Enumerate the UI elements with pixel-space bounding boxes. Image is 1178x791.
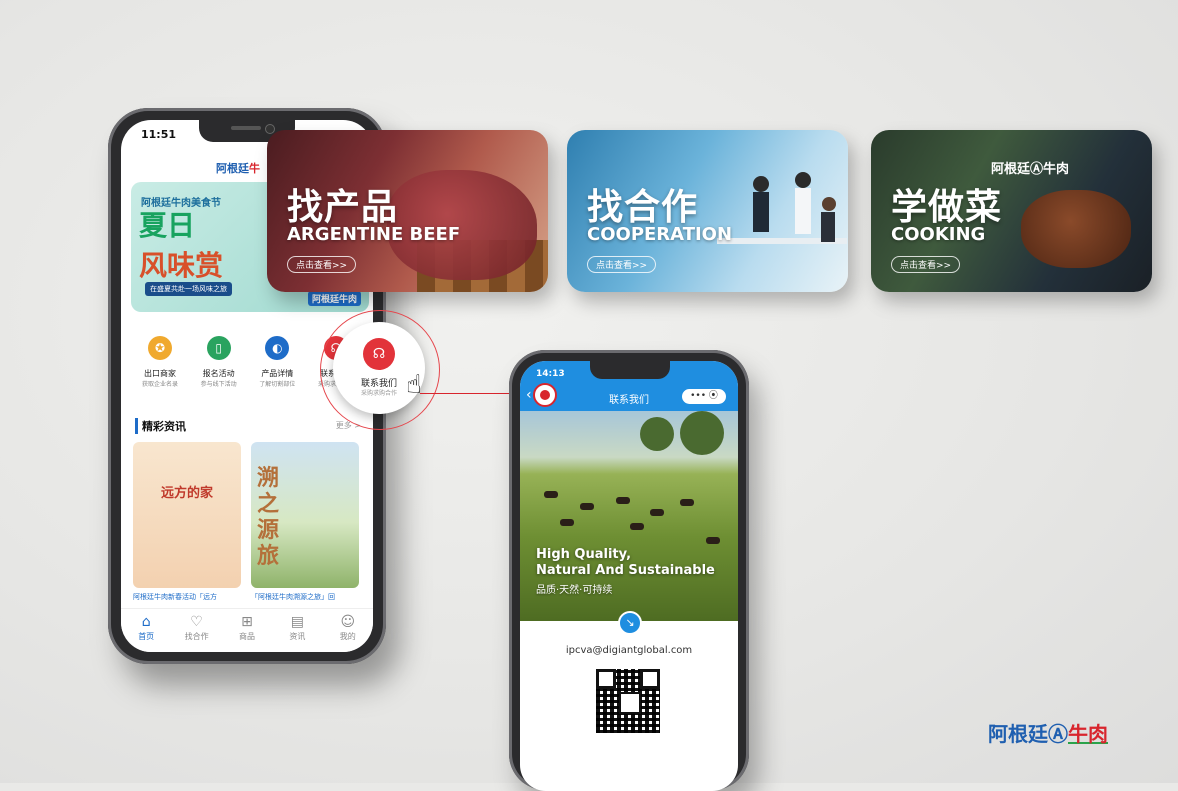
miniapp-menu-button[interactable]: ••• ⦿ [682, 389, 726, 404]
grid-item-signup[interactable]: ▯ 报名活动 参与线下活动 [192, 336, 246, 388]
bottom-tabbar: ⌂ 首页 ♡ 找合作 ⊞ 商品 ▤ 资讯 ☺ 我的 [121, 608, 373, 652]
view-button[interactable]: 点击查看>> [587, 256, 657, 273]
home-icon: ⌂ [141, 614, 151, 630]
user-icon: ☺ [340, 614, 356, 630]
signup-icon: ▯ [206, 336, 231, 360]
feature-card-cooperation[interactable]: 找合作 COOPERATION 点击查看>> [567, 130, 848, 292]
news-card-title: 远方的家 [161, 486, 214, 501]
roast-image [1021, 190, 1131, 268]
grid-label: 产品详情 [261, 369, 294, 378]
apron-logo: 阿根廷Ⓐ牛肉 [991, 162, 1070, 177]
status-time: 11:51 [141, 128, 177, 141]
headline-zh: 品质·天然·可持续 [536, 585, 613, 596]
grid-label: 报名活动 [202, 369, 235, 378]
feature-subtitle: COOKING [891, 224, 986, 245]
feature-title: 学做菜 [891, 187, 1003, 228]
tab-news[interactable]: ▤ 资讯 [277, 613, 317, 652]
grid-item-product[interactable]: ◐ 产品详情 了解切割部位 [250, 336, 304, 388]
pasture-image: High Quality, Natural And Sustainable 品质·… [520, 411, 738, 621]
handshake-icon: ♡ [190, 614, 203, 630]
banner-logo: 阿根廷牛肉 [307, 291, 361, 306]
qr-code [596, 669, 660, 733]
news-card[interactable]: 溯之源旅 [251, 442, 359, 588]
right-phone: 14:13 ‹ 联系我们 ••• ⦿ High Quality, Natural … [509, 350, 749, 791]
banner-subtitle: 阿根廷牛肉美食节 [141, 198, 221, 209]
feature-title: 找产品 [287, 187, 399, 228]
tap-indicator [533, 383, 557, 407]
meeting-image [717, 172, 847, 244]
news-icon: ▤ [290, 614, 304, 630]
brand-logo: 阿根廷Ⓐ牛肉 [988, 722, 1108, 746]
product-icon: ◐ [265, 336, 290, 360]
news-card[interactable]: 远方的家 [133, 442, 241, 588]
banner-title-1: 夏日 [139, 209, 196, 242]
right-phone-screen: 14:13 ‹ 联系我们 ••• ⦿ High Quality, Natural … [520, 361, 738, 791]
phone-notch [590, 361, 670, 379]
status-time: 14:13 [536, 369, 565, 379]
contact-callout[interactable]: ☊ 联系我们 采购求购合作 [333, 322, 425, 414]
tab-products[interactable]: ⊞ 商品 [227, 613, 267, 652]
headline: High Quality, Natural And Sustainable [536, 547, 715, 578]
arrow-down-icon[interactable]: ↘ [618, 611, 642, 635]
grid-sub: 参与线下活动 [200, 381, 237, 388]
grid-sub: 了解切割部位 [259, 381, 296, 388]
store-icon: ✪ [148, 336, 172, 360]
tab-home[interactable]: ⌂ 首页 [126, 613, 166, 652]
basket-icon: ⊞ [241, 614, 253, 630]
feature-title: 找合作 [587, 187, 699, 228]
news-caption[interactable]: 阿根廷牛肉新春活动「远方 [133, 592, 241, 602]
news-caption[interactable]: 「阿根廷牛肉溯源之旅」回 [251, 592, 359, 602]
news-card-title: 溯之源旅 [257, 466, 280, 569]
grid-sub: 获取企业名录 [141, 381, 178, 388]
grid-item-exporters[interactable]: ✪ 出口商家 获取企业名录 [133, 336, 187, 388]
contact-email[interactable]: ipcva@digiantglobal.com [520, 645, 738, 656]
banner-tag: 在盛夏共赴一场风味之旅 [145, 282, 232, 296]
feature-card-product[interactable]: 找产品 ARGENTINE BEEF 点击查看>> [267, 130, 548, 292]
section-title: 精彩资讯 [135, 418, 186, 434]
feature-card-cooking[interactable]: 阿根廷Ⓐ牛肉 学做菜 COOKING 点击查看>> [871, 130, 1152, 292]
headset-icon: ☊ [363, 338, 395, 370]
tab-cooperation[interactable]: ♡ 找合作 [177, 613, 217, 652]
banner-title-2: 风味赏 [139, 249, 224, 282]
grid-label: 出口商家 [144, 369, 176, 378]
feature-subtitle: ARGENTINE BEEF [287, 224, 461, 245]
tab-profile[interactable]: ☺ 我的 [328, 613, 368, 652]
feature-subtitle: COOPERATION [587, 224, 733, 245]
view-button[interactable]: 点击查看>> [891, 256, 961, 273]
app-brand: 阿根廷牛 [216, 162, 260, 175]
view-button[interactable]: 点击查看>> [287, 256, 357, 273]
pointer-hand-icon: ☝ [406, 370, 422, 400]
